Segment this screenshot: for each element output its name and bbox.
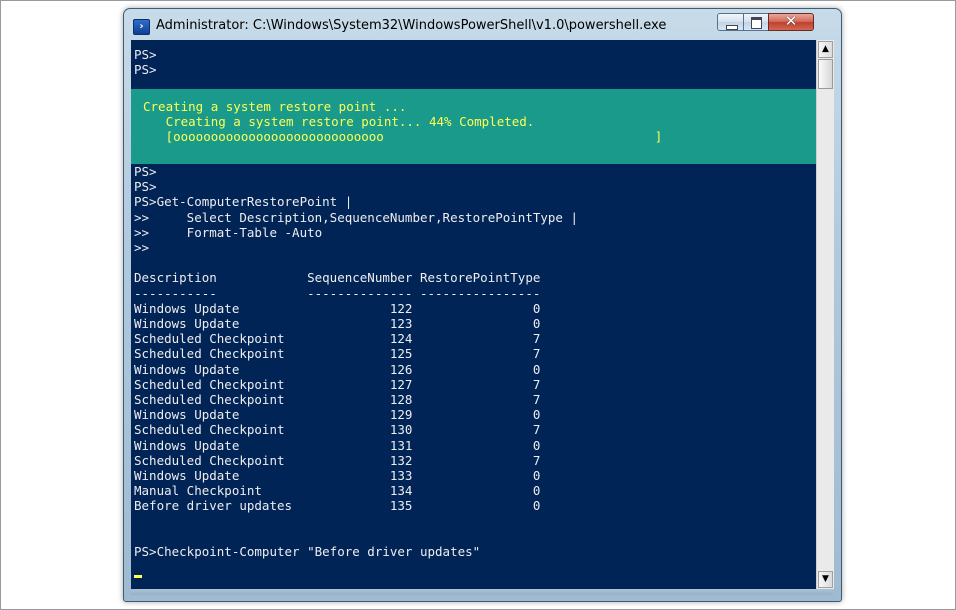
title-bar[interactable]: › Administrator: C:\Windows\System32\Win…: [124, 9, 841, 40]
minimize-icon: [726, 25, 738, 30]
powershell-icon[interactable]: ›: [133, 19, 150, 35]
console-lines-main: PS> PS> PS>Get-ComputerRestorePoint | >>…: [134, 164, 579, 560]
scroll-up-button[interactable]: ▲: [818, 41, 833, 58]
progress-text: Creating a system restore point ... Crea…: [143, 99, 662, 145]
close-icon: ✕: [784, 12, 798, 30]
console-output[interactable]: PS> PS> Creating a system restore point …: [131, 40, 816, 589]
progress-bar: [oooooooooooooooooooooooooooo ]: [165, 129, 663, 145]
minimize-button[interactable]: [717, 13, 744, 31]
maximize-button[interactable]: [743, 13, 769, 31]
maximize-icon: [751, 17, 762, 29]
vertical-scrollbar[interactable]: ▲ ▼: [816, 40, 834, 589]
arrow-down-icon: ▼: [822, 574, 829, 584]
console-lines-top: PS> PS>: [134, 47, 157, 78]
window-title: Administrator: C:\Windows\System32\Windo…: [156, 18, 667, 33]
scroll-down-button[interactable]: ▼: [818, 571, 833, 588]
progress-panel: Creating a system restore point ... Crea…: [131, 89, 816, 164]
text-cursor: [134, 575, 142, 578]
arrow-up-icon: ▲: [822, 44, 829, 54]
close-button[interactable]: ✕: [768, 12, 814, 31]
powershell-window: › Administrator: C:\Windows\System32\Win…: [123, 8, 842, 602]
progress-activity: Creating a system restore point ...: [143, 99, 407, 114]
window-bottom-border: [131, 589, 833, 595]
progress-status: Creating a system restore point... 44% C…: [165, 114, 535, 130]
scrollbar-thumb[interactable]: [818, 59, 833, 89]
